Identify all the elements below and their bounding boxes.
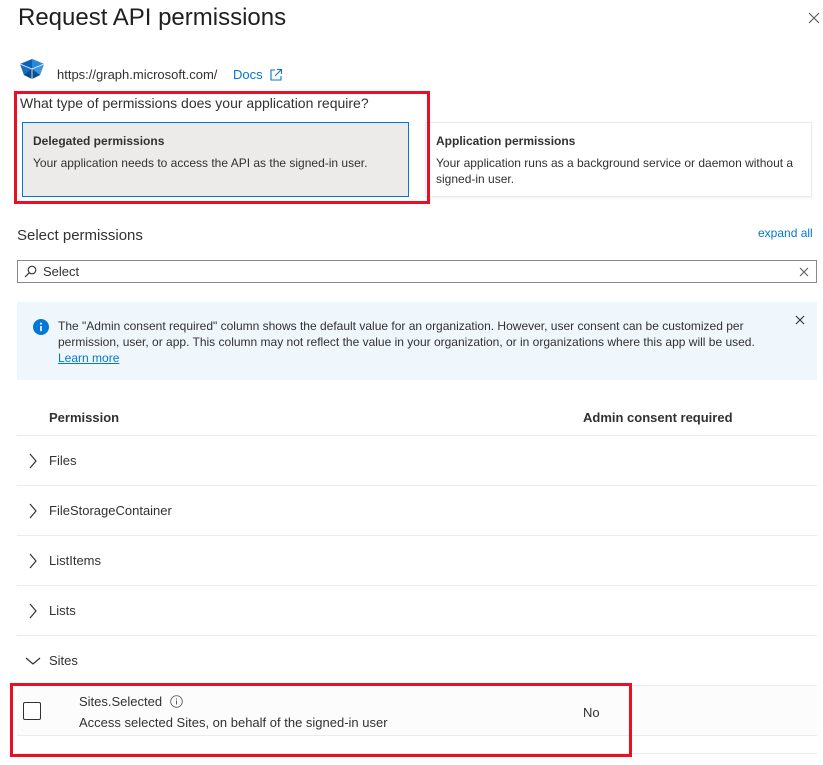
group-label: Files xyxy=(49,453,77,468)
column-header-permission[interactable]: Permission xyxy=(49,410,119,425)
permission-group-filestoragecontainer[interactable]: FileStorageContainer xyxy=(17,486,817,536)
chevron-right-icon[interactable] xyxy=(17,586,49,636)
docs-label[interactable]: Docs xyxy=(233,67,263,82)
admin-consent-value: No xyxy=(583,705,600,720)
table-bottom-divider xyxy=(17,753,817,754)
learn-more-link[interactable]: Learn more xyxy=(58,351,119,365)
admin-consent-info-bar: The "Admin consent required" column show… xyxy=(17,302,817,380)
external-link-icon xyxy=(270,68,282,81)
docs-link[interactable]: Docs xyxy=(233,67,283,82)
sites-selected-checkbox[interactable] xyxy=(23,702,41,720)
permission-group-files[interactable]: Files xyxy=(17,436,817,486)
delegated-title: Delegated permissions xyxy=(33,134,165,148)
page-title: Request API permissions xyxy=(18,4,287,31)
clear-icon xyxy=(799,267,809,276)
close-icon[interactable] xyxy=(806,10,822,26)
application-title: Application permissions xyxy=(436,134,576,148)
permission-name: Sites.Selected xyxy=(79,694,183,709)
clear-search-button[interactable] xyxy=(792,261,816,282)
chevron-right-icon[interactable] xyxy=(17,486,49,536)
search-icon xyxy=(24,265,37,278)
permission-description: Access selected Sites, on behalf of the … xyxy=(79,715,388,730)
chevron-right-icon[interactable] xyxy=(17,436,49,486)
group-label: Sites xyxy=(49,653,78,668)
group-label: ListItems xyxy=(49,553,102,568)
permission-name-text: Sites.Selected xyxy=(79,694,163,709)
application-description: Your application runs as a background se… xyxy=(436,156,794,186)
info-icon xyxy=(33,319,49,335)
search-input[interactable] xyxy=(43,264,792,279)
delegated-description: Your application needs to access the API… xyxy=(33,156,368,170)
expand-all-link[interactable]: expand all xyxy=(758,226,813,240)
permission-search-box[interactable] xyxy=(17,260,817,283)
api-url: https://graph.microsoft.com/ xyxy=(57,67,218,82)
dismiss-info-icon[interactable] xyxy=(793,313,807,327)
permission-group-listitems[interactable]: ListItems xyxy=(17,536,817,586)
application-permissions-card[interactable]: Application permissions Your application… xyxy=(425,122,812,197)
permission-row-sites-selected: Sites.Selected Access selected Sites, on… xyxy=(17,686,817,736)
group-label: FileStorageContainer xyxy=(49,503,172,518)
column-header-admin-consent[interactable]: Admin consent required xyxy=(583,410,733,425)
chevron-right-icon[interactable] xyxy=(17,536,49,586)
info-message-text: The "Admin consent required" column show… xyxy=(58,319,755,349)
microsoft-graph-icon xyxy=(19,59,45,79)
permission-group-sites[interactable]: Sites xyxy=(17,636,817,686)
group-label: Lists xyxy=(49,603,76,618)
info-message: The "Admin consent required" column show… xyxy=(58,318,777,366)
delegated-permissions-card[interactable]: Delegated permissions Your application n… xyxy=(22,122,409,197)
permission-type-question: What type of permissions does your appli… xyxy=(20,95,369,111)
info-circle-icon[interactable] xyxy=(170,695,183,708)
chevron-down-icon[interactable] xyxy=(17,636,49,686)
select-permissions-label: Select permissions xyxy=(17,227,143,244)
permission-group-lists[interactable]: Lists xyxy=(17,586,817,636)
